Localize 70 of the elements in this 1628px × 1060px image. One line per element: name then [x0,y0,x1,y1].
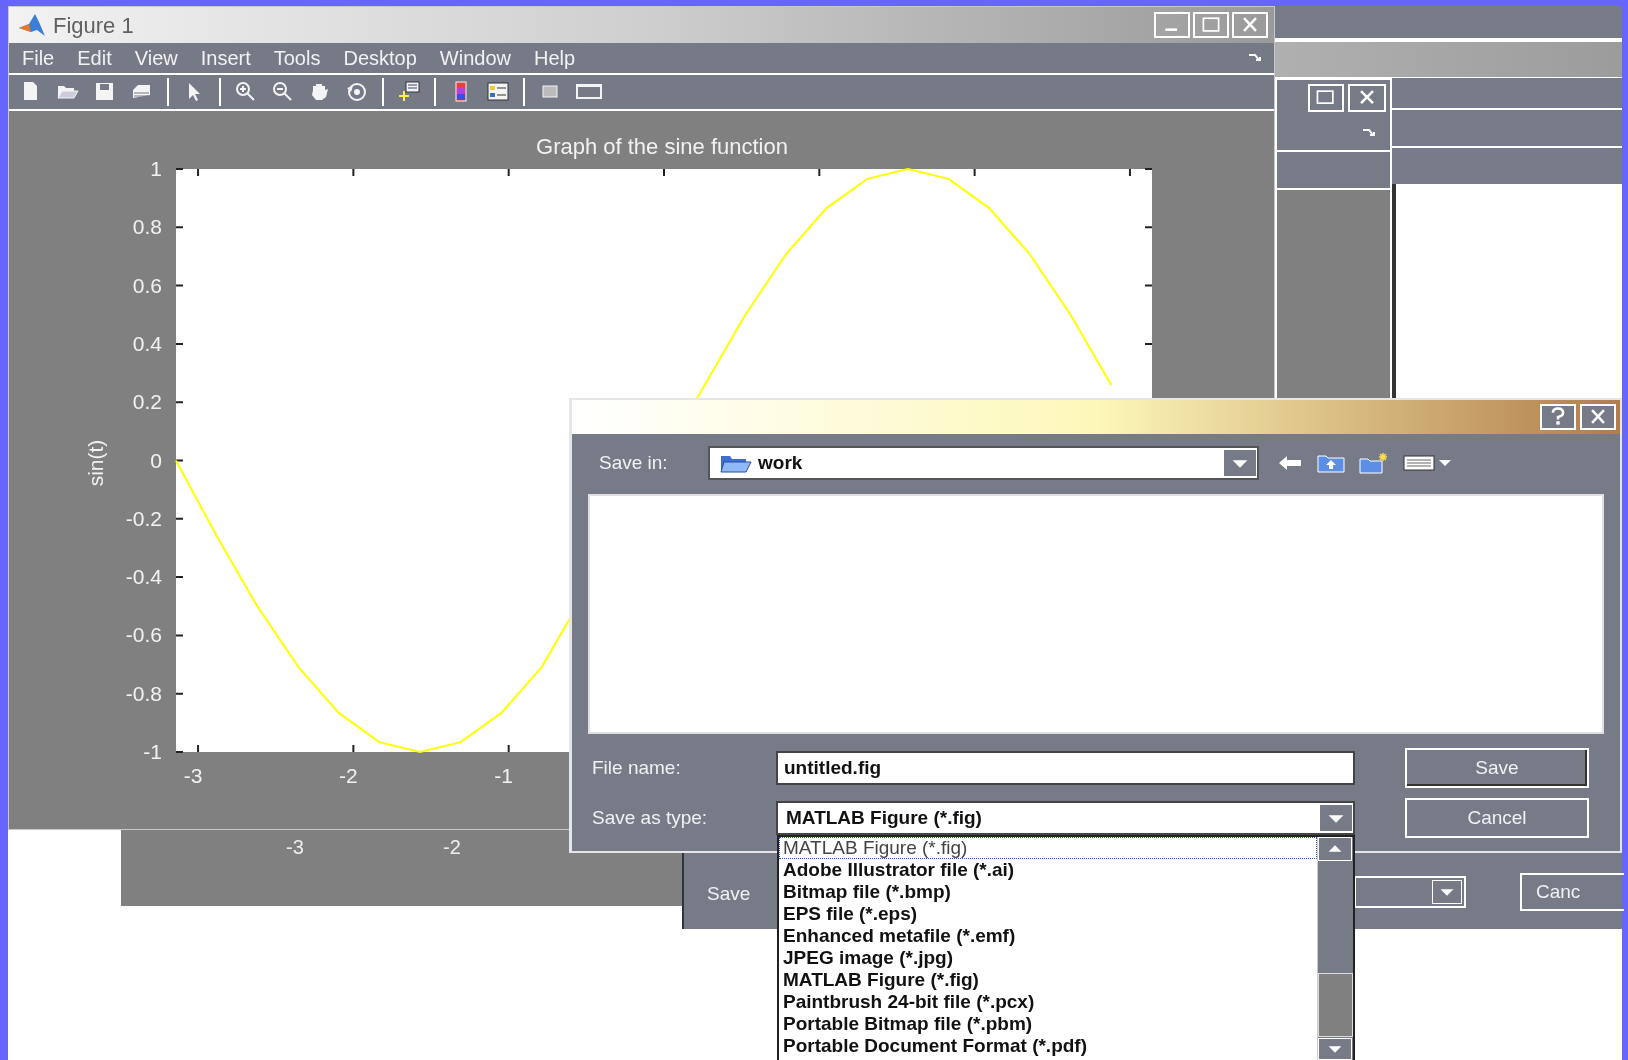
axis-tick-label: -0.2 [125,506,162,530]
list-option[interactable]: EPS file (*.eps) [779,903,1317,925]
list-option[interactable]: JPEG image (*.jpg) [779,947,1317,969]
new-folder-icon[interactable] [1359,452,1389,474]
chart-title: Graph of the sine function [536,134,788,159]
scroll-down-icon[interactable] [1318,1038,1352,1060]
axis-tick-label: 1 [150,157,162,180]
menu-item[interactable]: Help [533,43,576,73]
minimize-icon[interactable] [1154,12,1190,38]
help-icon[interactable] [1540,404,1576,430]
dock-arrow-icon[interactable] [1248,53,1262,63]
axis-label: sin(t) [84,439,107,487]
list-option[interactable]: Adobe Illustrator file (*.ai) [779,859,1317,881]
window-title: Figure 1 [53,11,134,40]
list-option[interactable]: Bitmap file (*.bmp) [779,881,1317,903]
axis-tick-label: 0.8 [132,215,162,239]
menu-item[interactable]: Window [439,43,511,73]
menu-item[interactable]: Tools [273,43,321,73]
axis-tick-label: -0.6 [125,623,162,647]
list-option[interactable]: Enhanced metafile (*.emf) [779,925,1317,947]
list-option[interactable]: Paintbrush 24-bit file (*.pcx) [779,991,1317,1013]
maximize-icon[interactable] [1308,84,1344,112]
list-option[interactable]: Portable Bitmap file (*.pbm) [779,1013,1317,1035]
app-logo-icon [17,12,47,38]
cancel-button[interactable]: Cancel [1405,798,1589,838]
axis-tick-label: -0.4 [125,565,162,589]
menu-item[interactable]: Desktop [343,43,417,73]
list-option[interactable]: MATLAB Figure (*.fig) [779,837,1317,859]
list-option[interactable]: MATLAB Figure (*.fig) [779,969,1317,991]
close-icon[interactable] [1232,12,1268,38]
close-icon[interactable] [1348,84,1386,112]
close-icon[interactable] [1580,404,1616,430]
axis-tick-label: -1 [494,764,514,787]
scrollbar[interactable] [1317,837,1353,1060]
view-menu-icon[interactable] [1403,454,1453,472]
axis-tick-label: -2 [443,835,461,860]
field-label: Save [707,882,751,906]
save-button[interactable]: Save [1405,748,1589,788]
menu-item[interactable]: File [22,43,55,73]
cancel-button[interactable]: Canc [1520,873,1624,911]
axis-tick-label: -3 [286,835,304,860]
file-type-dropdown[interactable]: MATLAB Figure (*.fig) [776,801,1355,835]
folder-dropdown[interactable]: work [708,446,1259,480]
axis-tick-label: -1 [143,740,162,763]
axis-tick-label: 0.6 [132,273,162,297]
maximize-icon[interactable] [1193,12,1229,38]
axis-tick-label: 0 [150,448,162,472]
dropdown-field[interactable] [1354,876,1466,908]
axis-tick-label: -3 [183,764,203,787]
menu-item[interactable]: View [134,43,178,73]
axis-tick-label: 0.2 [132,390,162,414]
back-arrow-icon[interactable] [1277,454,1303,472]
field-label: Save as type: [591,805,709,830]
menu-item[interactable]: Insert [200,43,251,73]
menu-item[interactable]: Edit [77,43,112,73]
field-label: File name: [591,755,682,780]
file-name-field[interactable]: untitled.fig [776,751,1355,785]
dock-arrow-icon[interactable] [1362,128,1376,138]
rotate-icon[interactable] [345,80,369,104]
axis-tick-label: 0.4 [132,331,162,355]
axis-tick-label: -0.8 [125,681,162,705]
scroll-thumb[interactable] [1318,973,1353,1037]
axis-tick-label: -2 [339,764,358,787]
legend-icon[interactable] [486,80,510,104]
data-cursor-icon[interactable] [397,80,421,104]
field-label: Save in: [598,450,669,475]
up-folder-icon[interactable] [1317,453,1345,473]
scroll-up-icon[interactable] [1318,837,1352,861]
list-option[interactable]: Portable Document Format (*.pdf) [779,1035,1317,1057]
folder-name: work [758,450,803,475]
